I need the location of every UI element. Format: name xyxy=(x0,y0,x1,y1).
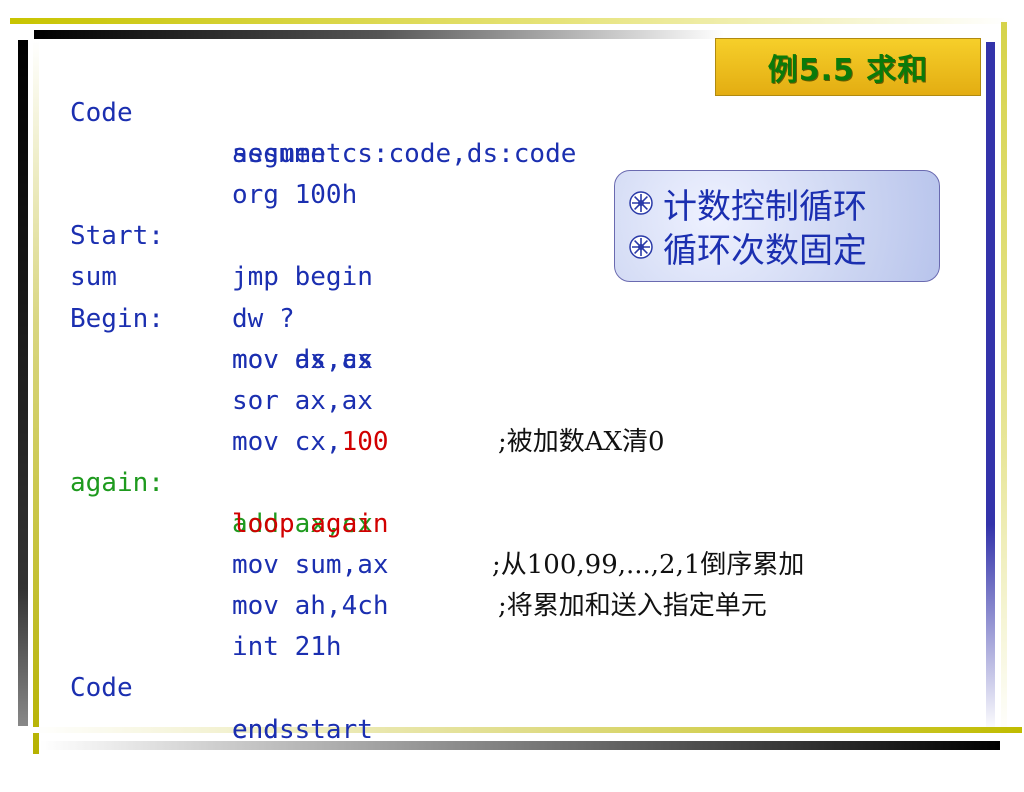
code-comment: ;将累加和送入指定单元 xyxy=(498,591,767,622)
code-line: sum dw ? xyxy=(70,216,295,333)
code-comment: ;被加数AX清0 xyxy=(498,426,665,457)
code-line: mov ah,4ch xyxy=(70,545,389,621)
code-instruction: mov cx,100 xyxy=(232,422,389,463)
code-line: Start: jmp begin xyxy=(70,175,373,292)
note-line-2: 循环次数固定 xyxy=(629,225,939,271)
code-instruction: mov ds,ax xyxy=(232,344,373,375)
code-instruction: assume cs:code,ds:code xyxy=(232,139,577,170)
bottom-black-bar xyxy=(40,741,1000,750)
code-instruction: mov ah,4ch xyxy=(232,591,389,622)
code-instruction-text: mov cx, xyxy=(232,426,342,457)
code-line: end start xyxy=(70,668,373,745)
slide-title-box: 例5.5 求和 xyxy=(715,38,981,96)
right-blue-bar xyxy=(986,42,995,732)
code-comment: ;从100,99,...,2,1倒序累加 xyxy=(492,550,805,581)
starburst-bullet-icon xyxy=(629,191,653,215)
code-line: assume cs:code,ds:code xyxy=(70,93,576,169)
code-line: mov cx,100 xyxy=(70,381,389,457)
note-line-1: 计数控制循环 xyxy=(629,181,939,227)
code-instruction: mov sum,ax xyxy=(232,550,389,581)
note-callout: 计数控制循环 循环次数固定 xyxy=(614,170,940,282)
code-line: mov sum,ax ;将累加和送入指定单元 xyxy=(70,504,767,621)
note-text-1: 计数控制循环 xyxy=(663,186,867,227)
note-text-2: 循环次数固定 xyxy=(663,230,867,271)
code-line: Code segment xyxy=(70,52,342,169)
code-line: again: add ax,cx ;从100,99,...,2,1倒序累加 xyxy=(70,422,804,580)
slide-title: 例5.5 求和 xyxy=(767,53,929,88)
code-instruction: int 21h xyxy=(232,632,342,663)
code-instruction: jmp begin xyxy=(232,262,373,293)
code-line: Begin: mov ax,cs xyxy=(70,257,373,375)
top-yellow-bar xyxy=(10,18,1010,24)
code-line: mov ds,ax xyxy=(70,299,373,375)
left-black-bar xyxy=(18,40,28,726)
code-instruction: loop again xyxy=(232,509,389,540)
code-instruction: dw ? xyxy=(232,303,295,334)
left-yellow-bar xyxy=(33,40,39,754)
loop-count-value: 100 xyxy=(341,426,389,457)
code-line: org 100h xyxy=(70,134,357,210)
assembly-code-listing: Code segment assume cs:code,ds:code org … xyxy=(70,52,804,745)
code-line: sor ax,ax ;被加数AX清0 xyxy=(70,340,665,457)
code-instruction: sor ax,ax xyxy=(232,385,373,416)
code-line: Code ends xyxy=(70,627,295,744)
top-black-bar xyxy=(34,30,724,39)
starburst-bullet-icon xyxy=(629,235,653,259)
code-instruction: end start xyxy=(232,714,373,745)
right-yellow-bar xyxy=(1001,22,1007,738)
code-instruction: org 100h xyxy=(232,180,358,211)
code-line: int 21h xyxy=(70,586,342,662)
code-line: loop again xyxy=(70,463,389,539)
bottom-yellow-bar xyxy=(30,727,1022,733)
